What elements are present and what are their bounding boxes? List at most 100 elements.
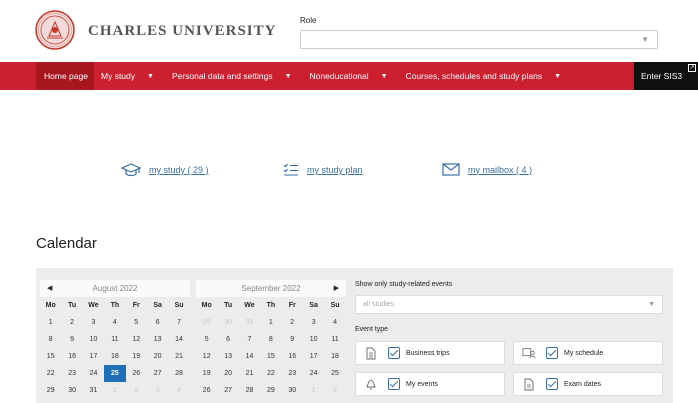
calendar-day[interactable]: 18 bbox=[324, 348, 345, 365]
calendar-day[interactable]: 13 bbox=[147, 331, 168, 348]
calendar-day[interactable]: 1 bbox=[104, 382, 125, 399]
calendar-day[interactable]: 28 bbox=[239, 382, 260, 399]
calendar-day[interactable]: 1 bbox=[260, 314, 281, 331]
calendar-day[interactable]: 14 bbox=[168, 331, 189, 348]
calendar-day[interactable]: 10 bbox=[83, 331, 104, 348]
calendar-day[interactable]: 30 bbox=[61, 382, 82, 399]
previous-month-icon[interactable]: ◀ bbox=[47, 280, 52, 297]
calendar-day[interactable]: 21 bbox=[239, 365, 260, 382]
enter-sis3-button[interactable]: Enter SIS3 ↗ bbox=[634, 62, 698, 90]
calendar-day[interactable]: 23 bbox=[61, 365, 82, 382]
calendar-day[interactable]: 11 bbox=[104, 331, 125, 348]
calendar-day[interactable]: 21 bbox=[168, 348, 189, 365]
weekday-label: Sa bbox=[153, 302, 162, 309]
calendar-day[interactable]: 25 bbox=[324, 365, 345, 382]
calendar-day[interactable]: 29 bbox=[40, 382, 61, 399]
calendar-day-today[interactable]: 25 bbox=[104, 365, 126, 382]
calendar-day[interactable]: 2 bbox=[282, 314, 303, 331]
calendar-day[interactable]: 1 bbox=[40, 314, 61, 331]
nav-label: Home page bbox=[44, 71, 88, 81]
my-mailbox-link[interactable]: my mailbox ( 4 ) bbox=[442, 163, 532, 176]
calendar-day[interactable]: 14 bbox=[239, 348, 260, 365]
calendar-day[interactable]: 19 bbox=[196, 365, 217, 382]
calendar-day[interactable]: 19 bbox=[126, 348, 147, 365]
next-month-icon[interactable]: ▶ bbox=[334, 280, 339, 297]
calendar-day[interactable]: 6 bbox=[217, 331, 238, 348]
role-select[interactable]: ▼ bbox=[300, 30, 658, 49]
calendar-day[interactable]: 4 bbox=[324, 314, 345, 331]
calendar-day[interactable]: 16 bbox=[282, 348, 303, 365]
calendar-day[interactable]: 9 bbox=[282, 331, 303, 348]
calendar-day[interactable]: 11 bbox=[324, 331, 345, 348]
my-events-checkbox[interactable] bbox=[388, 378, 400, 390]
calendar-day[interactable]: 8 bbox=[40, 331, 61, 348]
calendar-day[interactable]: 5 bbox=[126, 314, 147, 331]
calendar-day[interactable]: 15 bbox=[260, 348, 281, 365]
calendar-day[interactable]: 24 bbox=[303, 365, 324, 382]
calendar-day[interactable]: 2 bbox=[126, 382, 147, 399]
event-type-my-schedule[interactable]: My schedule bbox=[513, 341, 663, 365]
calendar-day[interactable]: 3 bbox=[303, 314, 324, 331]
calendar-day[interactable]: 31 bbox=[83, 382, 104, 399]
event-type-exam-dates[interactable]: Exam dates bbox=[513, 372, 663, 396]
calendar-day[interactable]: 6 bbox=[147, 314, 168, 331]
weekday-label: Tu bbox=[224, 302, 233, 309]
calendar-day[interactable]: 3 bbox=[83, 314, 104, 331]
nav-my-study[interactable]: My study ▼ bbox=[94, 62, 164, 90]
calendar-day[interactable]: 22 bbox=[40, 365, 61, 382]
exam-dates-checkbox[interactable] bbox=[546, 378, 558, 390]
calendar-day[interactable]: 8 bbox=[260, 331, 281, 348]
calendar-day[interactable]: 20 bbox=[217, 365, 238, 382]
calendar-day[interactable]: 15 bbox=[40, 348, 61, 365]
calendar-day[interactable]: 27 bbox=[217, 382, 238, 399]
my-study-plan-link[interactable]: my study plan bbox=[283, 163, 363, 177]
nav-personal-data[interactable]: Personal data and settings ▼ bbox=[164, 62, 302, 90]
calendar-day[interactable]: 30 bbox=[217, 314, 238, 331]
calendar-day[interactable]: 30 bbox=[282, 382, 303, 399]
calendar-day[interactable]: 31 bbox=[239, 314, 260, 331]
calendar-day[interactable]: 4 bbox=[168, 382, 189, 399]
calendar-day[interactable]: 12 bbox=[126, 331, 147, 348]
calendar-day[interactable]: 18 bbox=[104, 348, 125, 365]
calendar-day[interactable]: 12 bbox=[196, 348, 217, 365]
calendar-day[interactable]: 29 bbox=[260, 382, 281, 399]
calendar-day[interactable]: 28 bbox=[168, 365, 189, 382]
study-filter-select[interactable]: all studies ▼ bbox=[355, 295, 663, 314]
calendar-day[interactable]: 26 bbox=[196, 382, 217, 399]
calendar-day[interactable]: 24 bbox=[83, 365, 104, 382]
calendar-day[interactable]: 27 bbox=[147, 365, 168, 382]
my-schedule-checkbox[interactable] bbox=[546, 347, 558, 359]
event-type-business-trips[interactable]: Business trips bbox=[355, 341, 505, 365]
graduation-cap-icon bbox=[121, 163, 141, 177]
nav-courses-schedules[interactable]: Courses, schedules and study plans ▼ bbox=[398, 62, 572, 90]
nav-home-page[interactable]: Home page bbox=[36, 62, 94, 90]
calendar-day[interactable]: 17 bbox=[83, 348, 104, 365]
september-days: 29 30 31 1 2 3 4 5 6 7 8 9 10 11 12 13 14 15 16 17 18 19 20 21 2… bbox=[196, 314, 346, 399]
calendar-day[interactable]: 10 bbox=[303, 331, 324, 348]
calendar-day[interactable]: 20 bbox=[147, 348, 168, 365]
university-name[interactable]: CHARLES UNIVERSITY bbox=[88, 23, 276, 40]
nav-noneducational[interactable]: Noneducational ▼ bbox=[302, 62, 398, 90]
calendar-day[interactable]: 23 bbox=[282, 365, 303, 382]
calendar-day[interactable]: 7 bbox=[168, 314, 189, 331]
calendar-day[interactable]: 5 bbox=[196, 331, 217, 348]
calendar-day[interactable]: 29 bbox=[196, 314, 217, 331]
calendar-day[interactable]: 2 bbox=[61, 314, 82, 331]
calendar-day[interactable]: 26 bbox=[126, 365, 147, 382]
calendar-day[interactable]: 13 bbox=[217, 348, 238, 365]
calendar-day[interactable]: 1 bbox=[303, 382, 324, 399]
calendar-day[interactable]: 9 bbox=[61, 331, 82, 348]
calendar-day[interactable]: 2 bbox=[324, 382, 345, 399]
university-seal-logo[interactable] bbox=[35, 10, 75, 50]
calendar-day[interactable]: 3 bbox=[147, 382, 168, 399]
calendar-day[interactable]: 22 bbox=[260, 365, 281, 382]
envelope-icon bbox=[442, 163, 460, 176]
calendar-day[interactable]: 4 bbox=[104, 314, 125, 331]
calendar-day[interactable]: 16 bbox=[61, 348, 82, 365]
calendar-day[interactable]: 17 bbox=[303, 348, 324, 365]
caret-down-icon: ▼ bbox=[284, 72, 292, 80]
event-type-my-events[interactable]: My events bbox=[355, 372, 505, 396]
calendar-day[interactable]: 7 bbox=[239, 331, 260, 348]
my-study-link[interactable]: my study ( 29 ) bbox=[121, 163, 209, 177]
business-trips-checkbox[interactable] bbox=[388, 347, 400, 359]
